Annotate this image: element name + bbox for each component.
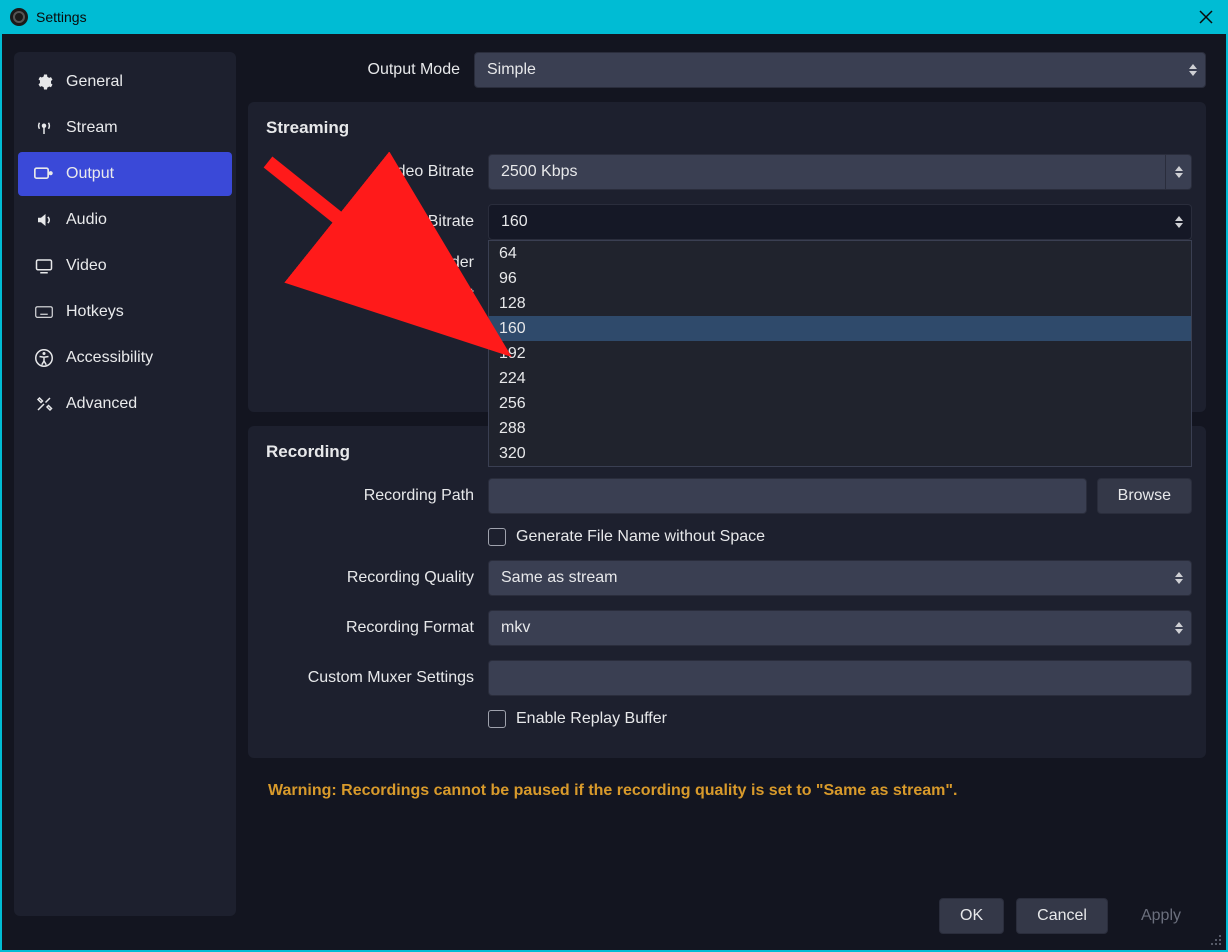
recording-path-input[interactable]	[488, 478, 1087, 514]
checkbox-icon	[488, 710, 506, 728]
close-button[interactable]	[1194, 5, 1218, 29]
encoder-preset-label: Encoder Preset	[262, 286, 488, 304]
output-mode-value: Simple	[487, 61, 536, 79]
video-bitrate-input[interactable]: 2500 Kbps	[488, 154, 1166, 190]
sidebar-item-label: Advanced	[66, 395, 137, 413]
audio-bitrate-option[interactable]: 160	[489, 316, 1191, 341]
audio-bitrate-option[interactable]: 224	[489, 366, 1191, 391]
resize-grip-icon[interactable]	[1210, 934, 1222, 946]
custom-muxer-input[interactable]	[488, 660, 1192, 696]
sidebar-item-audio[interactable]: Audio	[18, 198, 232, 242]
recording-quality-label: Recording Quality	[262, 569, 488, 587]
audio-bitrate-option[interactable]: 256	[489, 391, 1191, 416]
audio-bitrate-value: 160	[501, 213, 528, 231]
titlebar: Settings	[0, 0, 1228, 34]
output-mode-label: Output Mode	[248, 61, 474, 79]
settings-sidebar: General Stream Output Audio Video	[14, 52, 236, 916]
generate-filename-label: Generate File Name without Space	[516, 528, 765, 546]
sidebar-item-label: Hotkeys	[66, 303, 124, 321]
recording-quality-select[interactable]: Same as stream	[488, 560, 1192, 596]
settings-dialog: General Stream Output Audio Video	[0, 34, 1228, 952]
sidebar-item-video[interactable]: Video	[18, 244, 232, 288]
audio-bitrate-option[interactable]: 64	[489, 241, 1191, 266]
encoder-label: Encoder	[262, 254, 488, 272]
sidebar-item-hotkeys[interactable]: Hotkeys	[18, 290, 232, 334]
browse-button[interactable]: Browse	[1097, 478, 1192, 514]
speaker-icon	[34, 210, 54, 230]
video-bitrate-spinner[interactable]	[1166, 154, 1192, 190]
app-icon	[10, 8, 28, 26]
tools-icon	[34, 394, 54, 414]
chevron-up-icon	[1175, 166, 1183, 171]
video-bitrate-label: Video Bitrate	[262, 163, 488, 181]
cancel-button[interactable]: Cancel	[1016, 898, 1108, 934]
recording-panel: Recording Recording Path Browse Generate…	[248, 426, 1206, 758]
replay-buffer-checkbox-row[interactable]: Enable Replay Buffer	[488, 710, 667, 728]
recording-format-select[interactable]: mkv	[488, 610, 1192, 646]
audio-bitrate-option[interactable]: 288	[489, 416, 1191, 441]
checkbox-icon	[488, 528, 506, 546]
recording-format-value: mkv	[501, 619, 530, 637]
audio-bitrate-option[interactable]: 96	[489, 266, 1191, 291]
chevron-updown-icon	[1175, 216, 1183, 228]
sidebar-item-advanced[interactable]: Advanced	[18, 382, 232, 426]
recording-quality-value: Same as stream	[501, 569, 617, 587]
keyboard-icon	[34, 302, 54, 322]
sidebar-item-label: General	[66, 73, 123, 91]
gear-icon	[34, 72, 54, 92]
custom-muxer-label: Custom Muxer Settings	[262, 669, 488, 687]
generate-filename-checkbox-row[interactable]: Generate File Name without Space	[488, 528, 765, 546]
sidebar-item-general[interactable]: General	[18, 60, 232, 104]
window-title: Settings	[36, 9, 87, 25]
sidebar-item-accessibility[interactable]: Accessibility	[18, 336, 232, 380]
sidebar-item-label: Video	[66, 257, 107, 275]
audio-bitrate-option[interactable]: 128	[489, 291, 1191, 316]
streaming-title: Streaming	[262, 118, 1192, 138]
warning-text: Warning: Recordings cannot be paused if …	[248, 772, 1206, 800]
apply-button[interactable]: Apply	[1120, 898, 1202, 934]
video-bitrate-value: 2500 Kbps	[501, 163, 578, 181]
sidebar-item-stream[interactable]: Stream	[18, 106, 232, 150]
dialog-footer: OK Cancel Apply	[939, 898, 1202, 934]
audio-bitrate-option[interactable]: 320	[489, 441, 1191, 466]
settings-content: Output Mode Simple Streaming Video Bitra…	[248, 52, 1206, 890]
recording-path-label: Recording Path	[262, 487, 488, 505]
audio-bitrate-dropdown[interactable]: 6496128160192224256288320	[488, 240, 1192, 467]
sidebar-item-label: Stream	[66, 119, 118, 137]
chevron-updown-icon	[1175, 572, 1183, 584]
chevron-updown-icon	[1189, 64, 1197, 76]
output-mode-select[interactable]: Simple	[474, 52, 1206, 88]
audio-bitrate-option[interactable]: 192	[489, 341, 1191, 366]
output-icon	[34, 164, 54, 184]
chevron-down-icon	[1175, 173, 1183, 178]
accessibility-icon	[34, 348, 54, 368]
sidebar-item-label: Audio	[66, 211, 107, 229]
monitor-icon	[34, 256, 54, 276]
ok-button[interactable]: OK	[939, 898, 1004, 934]
sidebar-item-label: Accessibility	[66, 349, 153, 367]
antenna-icon	[34, 118, 54, 138]
audio-bitrate-label: Audio Bitrate	[262, 213, 488, 231]
sidebar-item-label: Output	[66, 165, 114, 183]
recording-format-label: Recording Format	[262, 619, 488, 637]
sidebar-item-output[interactable]: Output	[18, 152, 232, 196]
chevron-updown-icon	[1175, 622, 1183, 634]
audio-bitrate-select[interactable]: 160	[488, 204, 1192, 240]
replay-buffer-label: Enable Replay Buffer	[516, 710, 667, 728]
